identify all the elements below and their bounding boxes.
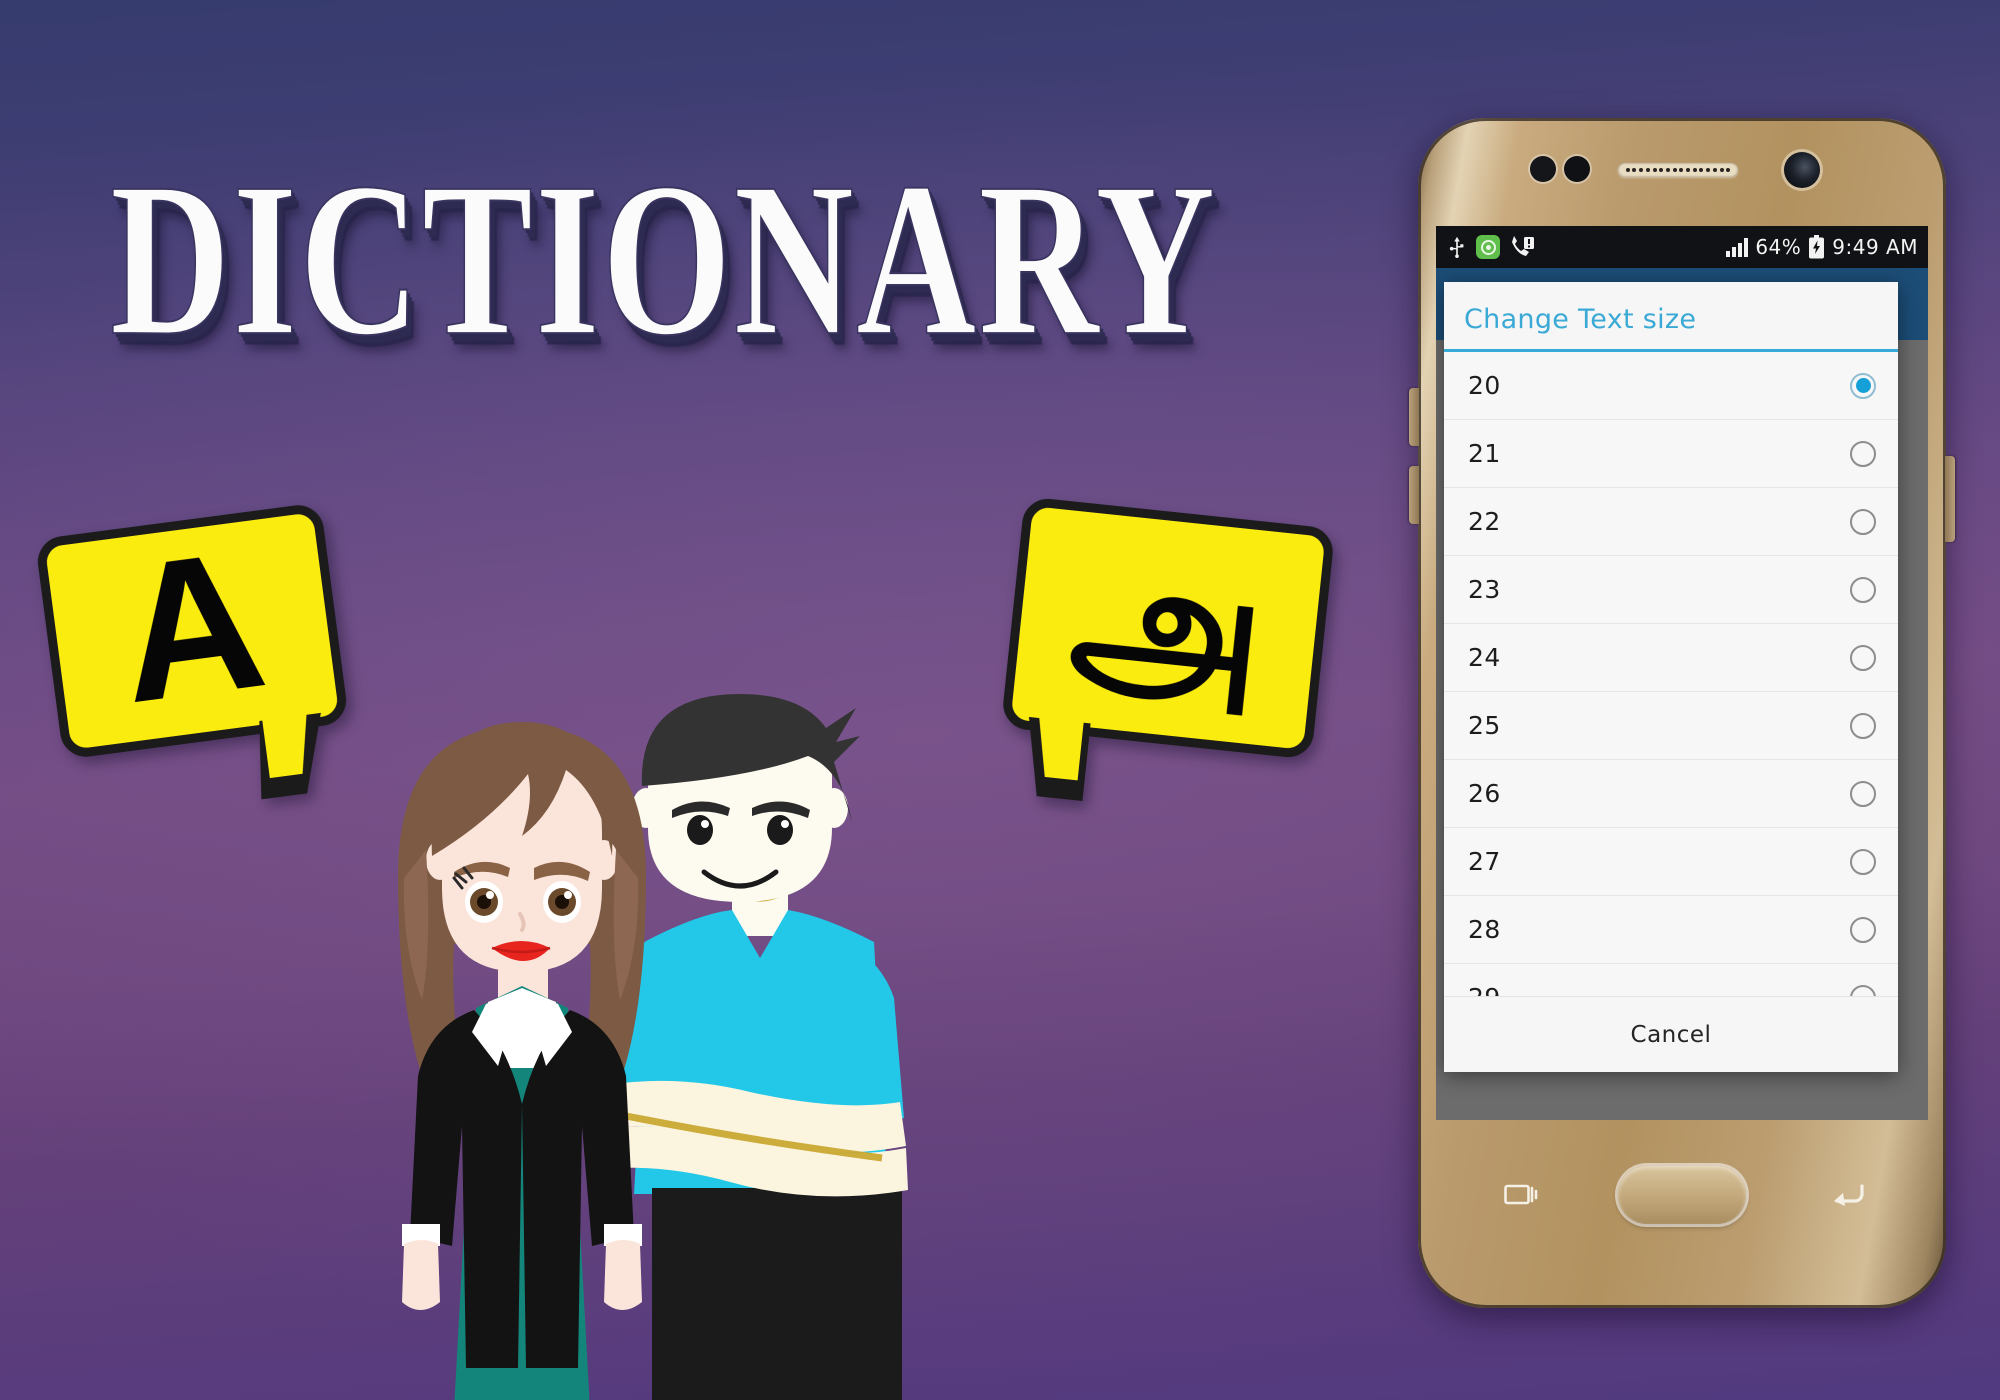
radio-button[interactable] <box>1850 440 1876 467</box>
bubble-tail-fill <box>262 712 315 779</box>
radio-button[interactable] <box>1850 916 1876 943</box>
cancel-button-label: Cancel <box>1630 1021 1712 1048</box>
dialog-title-bar: Change Text size <box>1444 282 1898 352</box>
option-label: 28 <box>1468 915 1501 944</box>
list-item[interactable]: 22 <box>1444 488 1898 556</box>
status-bar: 64% 9:49 AM <box>1436 226 1928 268</box>
list-item[interactable]: 20 <box>1444 352 1898 420</box>
radio-button[interactable] <box>1850 984 1876 996</box>
front-camera-icon <box>1784 152 1820 188</box>
list-item[interactable]: 21 <box>1444 420 1898 488</box>
list-item[interactable]: 29 <box>1444 964 1898 996</box>
option-label: 26 <box>1468 779 1501 808</box>
battery-percent-label: 64% <box>1755 235 1802 259</box>
phone-top-hardware <box>1418 118 1946 228</box>
usb-icon <box>1449 236 1464 258</box>
speech-bubble-english: A <box>34 502 350 800</box>
list-item[interactable]: 26 <box>1444 760 1898 828</box>
list-item[interactable]: 25 <box>1444 692 1898 760</box>
dialog-title: Change Text size <box>1464 304 1697 335</box>
option-label: 22 <box>1468 507 1501 536</box>
radio-button[interactable] <box>1850 780 1876 807</box>
option-label: 21 <box>1468 439 1501 468</box>
option-label: 25 <box>1468 711 1501 740</box>
bubble-glyph-tamil: அ <box>1063 519 1274 731</box>
option-label: 27 <box>1468 847 1501 876</box>
status-bar-right-icons: 64% 9:49 AM <box>1726 235 1918 259</box>
radio-button[interactable] <box>1850 508 1876 535</box>
power-button[interactable] <box>1945 456 1955 542</box>
list-item[interactable]: 23 <box>1444 556 1898 624</box>
missed-call-icon <box>1512 236 1534 256</box>
earpiece-speaker-icon <box>1618 163 1738 177</box>
radio-button[interactable] <box>1850 712 1876 739</box>
status-bar-left-icons <box>1448 235 1535 259</box>
volume-down-button[interactable] <box>1409 466 1419 524</box>
option-label: 23 <box>1468 575 1501 604</box>
change-text-size-dialog: Change Text size 20 21 22 23 24 25 26 27… <box>1444 282 1898 1072</box>
radio-button-selected[interactable] <box>1850 372 1876 399</box>
character-illustration <box>380 690 1100 1400</box>
option-label: 29 <box>1468 983 1501 996</box>
radio-button[interactable] <box>1850 644 1876 671</box>
phone-bottom-hardware <box>1418 1122 1946 1308</box>
volume-up-button[interactable] <box>1409 388 1419 446</box>
radio-button[interactable] <box>1850 576 1876 603</box>
battery-charging-icon <box>1809 235 1825 259</box>
bubble-glyph-english: A <box>106 508 276 745</box>
option-label: 20 <box>1468 371 1501 400</box>
page-title: DICTIONARY <box>109 138 1218 382</box>
recents-icon[interactable] <box>1504 1180 1538 1210</box>
cancel-button[interactable]: Cancel <box>1444 996 1898 1072</box>
text-size-option-list[interactable]: 20 21 22 23 24 25 26 27 28 <box>1444 352 1898 996</box>
radio-button[interactable] <box>1850 848 1876 875</box>
proximity-sensor-icon <box>1530 156 1556 182</box>
character-woman <box>398 722 646 1400</box>
option-label: 24 <box>1468 643 1501 672</box>
clock-label: 9:49 AM <box>1832 235 1918 259</box>
app-running-icon <box>1476 235 1500 259</box>
list-item[interactable]: 27 <box>1444 828 1898 896</box>
light-sensor-icon <box>1564 156 1590 182</box>
list-item[interactable]: 24 <box>1444 624 1898 692</box>
phone-mockup: 64% 9:49 AM Change Text size 20 21 22 23… <box>1409 118 1955 1308</box>
signal-bars-icon <box>1726 237 1749 257</box>
back-icon[interactable] <box>1828 1180 1866 1210</box>
home-button[interactable] <box>1618 1166 1746 1224</box>
list-item[interactable]: 28 <box>1444 896 1898 964</box>
phone-screen: 64% 9:49 AM Change Text size 20 21 22 23… <box>1436 226 1928 1120</box>
